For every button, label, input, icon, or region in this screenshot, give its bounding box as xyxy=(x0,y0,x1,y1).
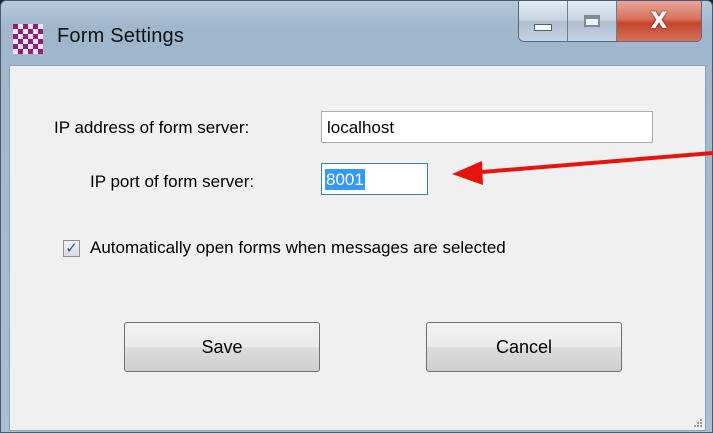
cancel-button-label: Cancel xyxy=(495,336,553,357)
caption-buttons: X xyxy=(518,1,702,42)
maximize-button[interactable] xyxy=(568,1,617,41)
ip-address-label: IP address of form server: xyxy=(54,118,250,137)
window-title: Form Settings xyxy=(57,25,185,47)
auto-open-label[interactable]: Automatically open forms when messages a… xyxy=(90,238,506,258)
checkmark-icon: ✓ xyxy=(65,239,78,257)
save-button[interactable]: Save xyxy=(124,322,320,372)
ip-port-value: 8001 xyxy=(325,169,365,190)
ip-port-input[interactable]: 8001 xyxy=(321,163,428,195)
maximize-icon xyxy=(584,15,600,27)
resize-grip-icon[interactable] xyxy=(691,416,703,428)
ip-port-label: IP port of form server: xyxy=(90,172,255,191)
ip-address-input[interactable]: localhost xyxy=(321,111,653,143)
auto-open-checkbox[interactable]: ✓ xyxy=(63,240,80,257)
minimize-button[interactable] xyxy=(519,1,568,41)
close-button[interactable]: X xyxy=(617,1,701,41)
ip-address-value: localhost xyxy=(327,118,395,137)
form-settings-window: Form Settings X IP address of form serve… xyxy=(0,0,713,433)
close-icon: X xyxy=(650,8,668,34)
app-icon xyxy=(13,24,43,54)
title-bar[interactable]: Form Settings X xyxy=(1,1,712,65)
cancel-button[interactable]: Cancel xyxy=(426,322,622,372)
save-button-label: Save xyxy=(201,336,243,357)
minimize-icon xyxy=(534,23,552,31)
dialog-body: IP address of form server: localhost IP … xyxy=(9,65,706,431)
